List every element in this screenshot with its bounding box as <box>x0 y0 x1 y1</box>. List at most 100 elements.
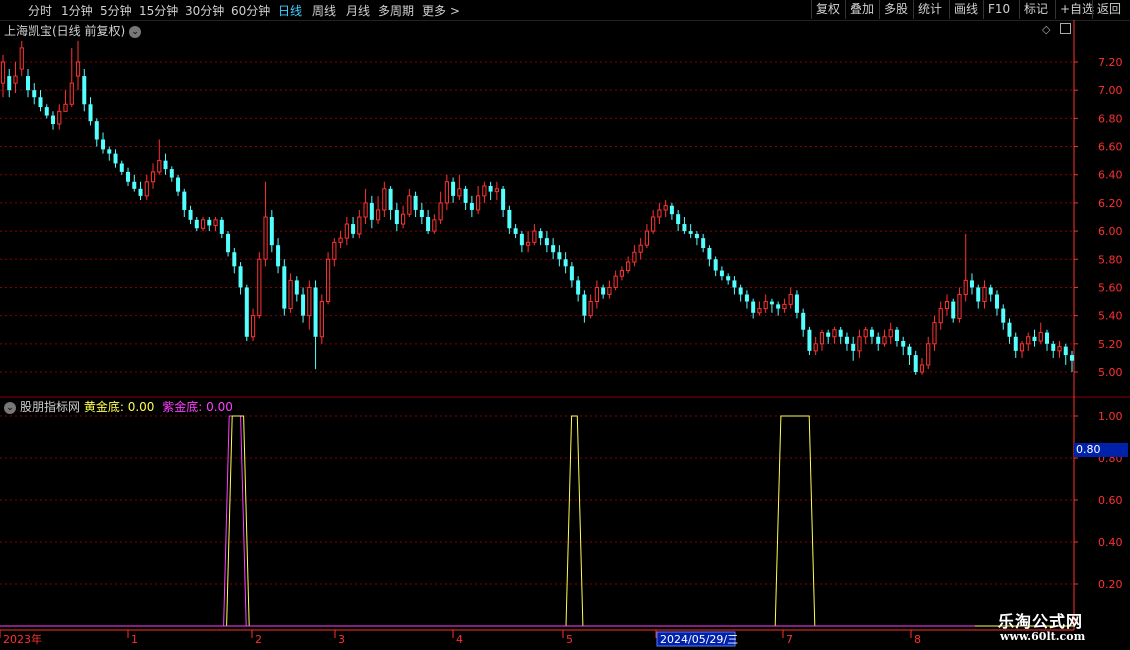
candle-body-down <box>232 252 237 267</box>
candle-body-down <box>738 287 743 295</box>
candle-body-up <box>526 241 531 246</box>
candle-body-up <box>213 219 218 226</box>
period-tab-3[interactable]: 15分钟 <box>139 2 178 19</box>
candle-body-up <box>476 195 481 211</box>
candle-body-down <box>488 186 493 192</box>
period-tab-1[interactable]: 1分钟 <box>61 2 93 19</box>
candle-body-down <box>507 209 512 229</box>
candle-body-down <box>907 346 912 356</box>
time-tick-label: 2023年 <box>3 632 42 646</box>
candle-body-down <box>463 188 468 203</box>
candle-body-up <box>325 258 331 303</box>
candle-body-up <box>763 301 768 310</box>
candle-body-up <box>863 329 868 338</box>
indicator-tick-label: 0.60 <box>1098 494 1123 507</box>
price-tick-label: 5.20 <box>1098 338 1123 351</box>
candle-body-up <box>926 343 931 366</box>
candle-body-up <box>338 237 343 243</box>
candle-body-up <box>644 230 650 246</box>
candle-body-down <box>669 205 674 215</box>
candle-body-up <box>607 286 612 296</box>
period-tab-0[interactable]: 分时 <box>28 2 52 19</box>
toolbar-button-6[interactable]: 标记 <box>1019 0 1052 19</box>
candle-body-down <box>913 355 918 372</box>
candle-body-down <box>732 280 737 288</box>
candle-body-down <box>238 266 243 288</box>
candle-body-down <box>976 287 981 302</box>
price-tick-label: 5.80 <box>1098 253 1123 266</box>
candle-body-down <box>688 231 693 234</box>
candle-body-down <box>694 233 699 239</box>
price-tick-label: 6.40 <box>1098 169 1123 182</box>
candle-body-down <box>701 238 706 248</box>
candle-body-down <box>294 280 299 295</box>
candle-body-up <box>63 103 68 112</box>
toolbar-button-3[interactable]: 统计 <box>913 0 946 19</box>
candle-body-up <box>13 75 18 84</box>
candle-body-down <box>451 181 456 196</box>
candle-body-up <box>457 188 462 197</box>
candle-body-up <box>588 301 593 317</box>
candle-body-down <box>26 76 31 91</box>
candle-body-up <box>307 286 312 317</box>
candle-body-down <box>207 219 212 226</box>
candle-body-up <box>788 294 793 305</box>
candle-body-up <box>982 286 987 303</box>
candle-body-down <box>419 209 424 217</box>
candle-body-up <box>857 336 862 352</box>
toolbar-button-4[interactable]: 画线 <box>949 0 982 19</box>
candle-body-down <box>769 301 774 305</box>
period-tab-7[interactable]: 周线 <box>312 2 336 19</box>
period-tab-9[interactable]: 多周期 <box>378 2 414 19</box>
candle-body-down <box>844 336 849 344</box>
candle-body-up <box>819 332 825 345</box>
candle-body-up <box>432 219 437 232</box>
period-tab-8[interactable]: 月线 <box>346 2 370 19</box>
candle-body-down <box>501 188 506 210</box>
stock-chart[interactable]: 7.20 7.00 6.80 6.60 6.40 6.20 6.00 5.80 5.60 5.40… <box>0 20 1130 650</box>
candle-body-up <box>963 279 968 295</box>
candle-body-down <box>276 245 281 267</box>
candle-body-up <box>69 82 74 105</box>
period-tab-6[interactable]: 日线 <box>278 2 302 19</box>
period-tab-2[interactable]: 5分钟 <box>100 2 132 19</box>
candle-body-up <box>651 216 656 232</box>
candle-body-down <box>894 329 899 341</box>
period-tab-10[interactable]: 更多 > <box>422 2 460 19</box>
candle-body-up <box>494 188 499 193</box>
candle-body-down <box>826 332 831 337</box>
candle-body-down <box>113 153 118 164</box>
toolbar-button-0[interactable]: 复权 <box>811 0 844 19</box>
candle-body-up <box>250 315 256 338</box>
candle-body-down <box>744 294 749 302</box>
toolbar-button-2[interactable]: 多股 <box>879 0 912 19</box>
toolbar-button-8[interactable]: 返回 <box>1092 0 1125 19</box>
candle-body-up <box>632 251 637 263</box>
candle-body-up <box>157 160 162 173</box>
candle-body-down <box>119 163 124 172</box>
candle-body-down <box>1007 322 1012 337</box>
candle-body-down <box>32 90 37 98</box>
candle-body-up <box>482 185 487 197</box>
candle-body-up <box>332 241 337 260</box>
candle-body-up <box>407 195 412 215</box>
candle-body-up <box>1026 336 1031 345</box>
price-tick-label: 6.80 <box>1098 112 1123 125</box>
candle-body-down <box>176 177 181 192</box>
candle-body-down <box>313 287 318 337</box>
period-tab-4[interactable]: 30分钟 <box>185 2 224 19</box>
time-tick-label: 4 <box>456 633 463 646</box>
candle-body-down <box>7 76 12 91</box>
candle-body-down <box>569 266 574 281</box>
candle-body-down <box>576 280 581 295</box>
crosshair-value-box: 0.80 <box>1074 443 1128 457</box>
candle-body-down <box>138 188 143 196</box>
candle-body-up <box>957 294 962 319</box>
toolbar-button-5[interactable]: F10 <box>983 0 1014 19</box>
period-tab-5[interactable]: 60分钟 <box>231 2 270 19</box>
watermark-title: 乐淘公式网 <box>998 612 1084 631</box>
candle-body-down <box>194 219 199 229</box>
candle-body-up <box>832 329 837 338</box>
toolbar-button-1[interactable]: 叠加 <box>845 0 878 19</box>
candle-body-down <box>169 169 174 178</box>
